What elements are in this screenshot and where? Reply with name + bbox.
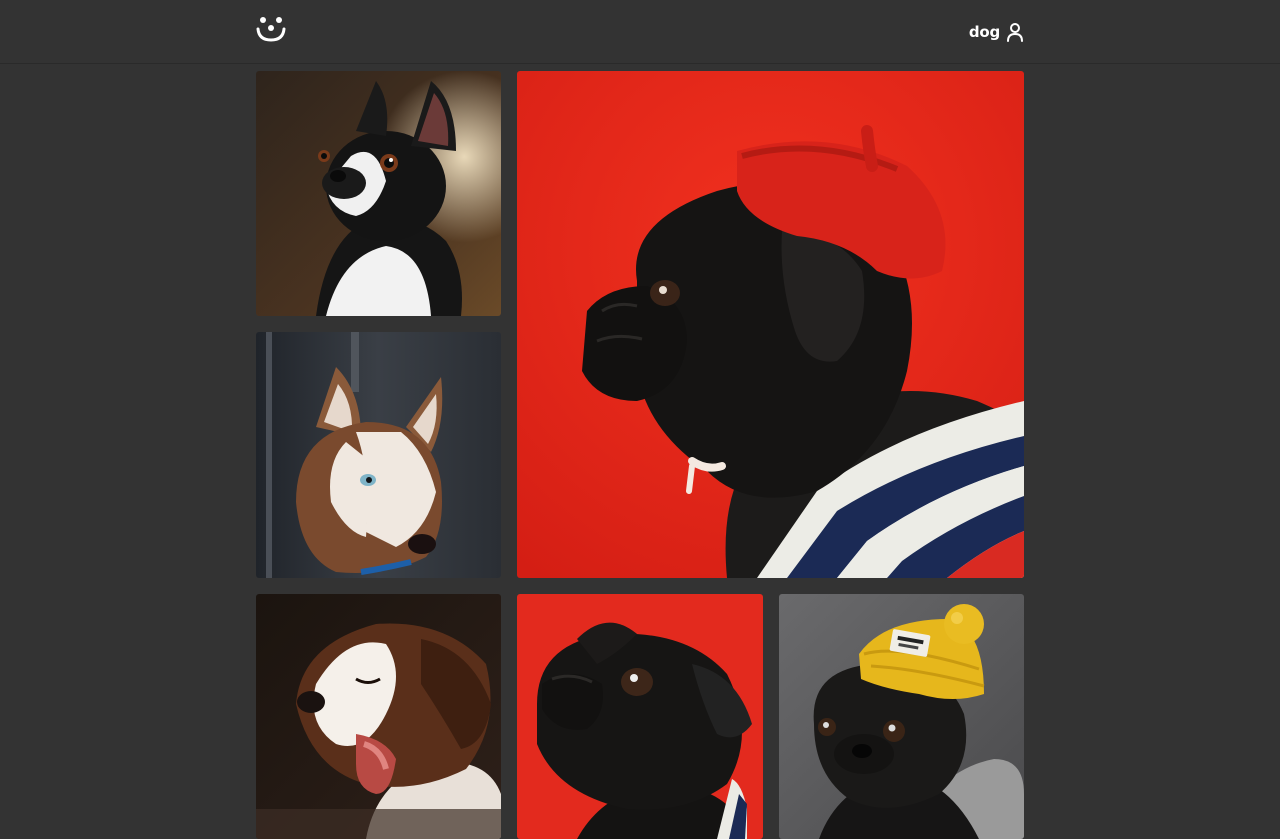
boston-terrier-photo [256, 71, 501, 316]
username-label: dog [968, 23, 1000, 41]
user-menu[interactable]: dog [969, 20, 1024, 44]
husky-photo [256, 332, 501, 578]
photo-tile-yawning-puppy[interactable] [256, 594, 501, 839]
top-bar: dog [0, 0, 1280, 64]
paw-face-icon[interactable] [256, 16, 286, 42]
photo-tile-pug-red-beret[interactable] [517, 71, 1024, 578]
photo-gallery [256, 71, 1024, 839]
pug-red-beret-photo [517, 71, 1024, 578]
photo-tile-pug-red-background[interactable] [517, 594, 763, 839]
photo-tile-boston-terrier[interactable] [256, 71, 501, 316]
yawning-puppy-photo [256, 594, 501, 839]
photo-tile-husky[interactable] [256, 332, 501, 578]
photo-tile-pug-yellow-beanie[interactable] [779, 594, 1024, 839]
pug-red-background-photo [517, 594, 763, 839]
pug-yellow-beanie-photo [779, 594, 1024, 839]
user-icon [1007, 23, 1023, 42]
